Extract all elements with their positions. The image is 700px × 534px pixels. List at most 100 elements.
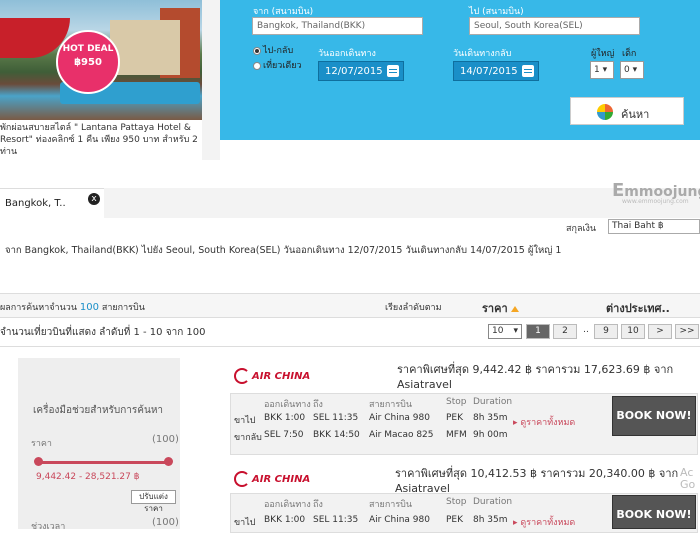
filter-price-label: ราคา (31, 439, 52, 449)
page-9[interactable]: 9 (594, 324, 618, 339)
filter-title: เครื่องมือช่วยสำหรับการค้นหา (33, 405, 164, 416)
leg-depart: SEL 7:50 (264, 430, 304, 440)
leg-arrive: SEL 11:35 (313, 515, 359, 525)
leg-airline: Air Macao 825 (369, 430, 434, 440)
close-icon[interactable]: x (88, 193, 100, 205)
radio-roundtrip-icon[interactable] (253, 46, 261, 55)
book-now-button[interactable]: BOOK NOW! (612, 495, 696, 529)
edge-text: Ac Go (680, 466, 696, 491)
sort-price-label: ราคา (482, 302, 508, 315)
route-summary: จาก Bangkok, Thailand(BKK) ไปยัง Seoul, … (5, 245, 562, 256)
sort-arrow-icon (510, 306, 519, 312)
leg-airline: Air China 980 (369, 413, 430, 423)
book-now-button[interactable]: BOOK NOW! (612, 396, 696, 436)
header-airline: สายการบิน (369, 500, 413, 510)
to-label: ไป (สนามบิน) (469, 7, 524, 17)
depart-label: วันออกเดินทาง (318, 49, 376, 59)
children-select[interactable]: 0 ▾ (620, 61, 644, 79)
flight-price-summary: ราคาพิเศษที่สุด 10,412.53 ฿ ราคารวม 20,3… (395, 467, 679, 495)
leg-direction: ขาไป (234, 518, 256, 528)
price-range: 9,442.42 - 28,521.27 ฿ (36, 472, 140, 482)
adults-select[interactable]: 1 ▾ (590, 61, 614, 79)
sort-by-price[interactable]: ราคา (482, 299, 519, 317)
currency-label: สกุลเงิน (566, 224, 597, 234)
trip-roundtrip-label: ไป-กลับ (263, 46, 294, 56)
leg-arrive: SEL 11:35 (313, 413, 359, 423)
from-input[interactable]: Bangkok, Thailand(BKK) (252, 17, 423, 35)
header-duration: Duration (473, 497, 513, 507)
trip-oneway-label: เที่ยวเดียว (263, 61, 302, 71)
price-slider[interactable] (38, 461, 168, 464)
children-label: เด็ก (622, 49, 637, 59)
page-2[interactable]: 2 (553, 324, 577, 339)
leg-direction: ขาไป (234, 416, 256, 426)
filter-time-label: ช่วงเวลา (31, 522, 66, 532)
header-arrive: ถึง (313, 500, 323, 510)
leg-depart: BKK 1:00 (264, 515, 306, 525)
to-input[interactable]: Seoul, South Korea(SEL) (469, 17, 640, 35)
leg-duration: 9h 00m (473, 430, 508, 440)
sort-label: เรียงลำดับตาม (385, 303, 442, 313)
calendar-icon[interactable] (387, 65, 399, 77)
hot-deal-badge[interactable]: HOT DEAL ฿950 (56, 30, 120, 94)
airline-logo: AIR CHINA (234, 471, 310, 487)
leg-duration: 8h 35m (473, 413, 508, 423)
search-button[interactable]: ค้นหา (570, 97, 684, 125)
filter-price-count: (100) (152, 434, 179, 445)
leg-direction: ขากลับ (234, 433, 262, 443)
currency-select[interactable]: Thai Baht ฿ (608, 219, 700, 234)
all-prices-link[interactable]: ▸ ดูราคาทั้งหมด (513, 415, 575, 429)
airline-logo: AIR CHINA (234, 368, 310, 384)
page-10[interactable]: 10 (621, 324, 645, 339)
trip-oneway[interactable]: เที่ยวเดียว (253, 58, 302, 72)
price-slider-max-handle[interactable] (164, 457, 173, 466)
results-count: ผลการค้นหาจำนวน 100 สายการบิน (0, 300, 145, 314)
depart-date-input[interactable]: 12/07/2015 (318, 61, 404, 81)
all-prices-link[interactable]: ▸ ดูราคาทั้งหมด (513, 515, 575, 529)
hotel-description[interactable]: พักผ่อนสบายสไตล์ " Lantana Pattaya Hotel… (0, 122, 202, 158)
all-prices-label: ดูราคาทั้งหมด (520, 518, 576, 528)
header-stop: Stop (446, 397, 467, 407)
chevron-down-icon: ▾ (513, 326, 518, 336)
radio-oneway-icon[interactable] (253, 61, 261, 70)
page-next[interactable]: > (648, 324, 672, 339)
price-slider-min-handle[interactable] (34, 457, 43, 466)
adults-value: 1 (594, 65, 600, 75)
flight-price-summary: ราคาพิเศษที่สุด 9,442.42 ฿ ราคารวม 17,62… (397, 363, 674, 391)
flower-icon (597, 104, 613, 120)
return-date-input[interactable]: 14/07/2015 (453, 61, 539, 81)
tab-label[interactable]: Bangkok, T.. (5, 198, 66, 209)
per-page-value: 10 (492, 326, 504, 336)
page-last[interactable]: >> (675, 324, 699, 339)
leg-airline: Air China 980 (369, 515, 430, 525)
leg-stop: PEK (446, 413, 464, 423)
header-stop: Stop (446, 497, 467, 507)
divider (0, 346, 700, 347)
site-logo-url: www.emmoojung.com (622, 198, 689, 205)
header-airline: สายการบิน (369, 400, 413, 410)
results-count-prefix: ผลการค้นหาจำนวน (0, 303, 77, 313)
calendar-icon[interactable] (522, 65, 534, 77)
depart-date-value: 12/07/2015 (325, 66, 383, 77)
page-ellipsis: .. (583, 325, 589, 335)
leg-stop: MFM (446, 430, 467, 440)
results-count-value: 100 (79, 302, 99, 313)
results-count-suffix: สายการบิน (101, 303, 145, 313)
hot-deal-title: HOT DEAL (62, 44, 114, 54)
leg-depart: BKK 1:00 (264, 413, 306, 423)
all-prices-label: ดูราคาทั้งหมด (520, 418, 576, 428)
search-button-label: ค้นหา (621, 108, 650, 121)
return-date-value: 14/07/2015 (460, 66, 518, 77)
hot-deal-price: ฿950 (74, 57, 102, 68)
sort-international[interactable]: ต่างประเทศ.. (606, 299, 670, 317)
header-duration: Duration (473, 397, 513, 407)
page-1[interactable]: 1 (526, 324, 550, 339)
return-label: วันเดินทางกลับ (453, 49, 512, 59)
adjust-price-button[interactable]: ปรับแต่งราคา (131, 490, 176, 513)
divider (202, 0, 220, 160)
leg-arrive: BKK 14:50 (313, 430, 360, 440)
trip-roundtrip[interactable]: ไป-กลับ (253, 43, 293, 57)
adults-label: ผู้ใหญ่ (591, 49, 615, 59)
per-page-select[interactable]: 10 ▾ (488, 324, 522, 339)
leg-stop: PEK (446, 515, 464, 525)
